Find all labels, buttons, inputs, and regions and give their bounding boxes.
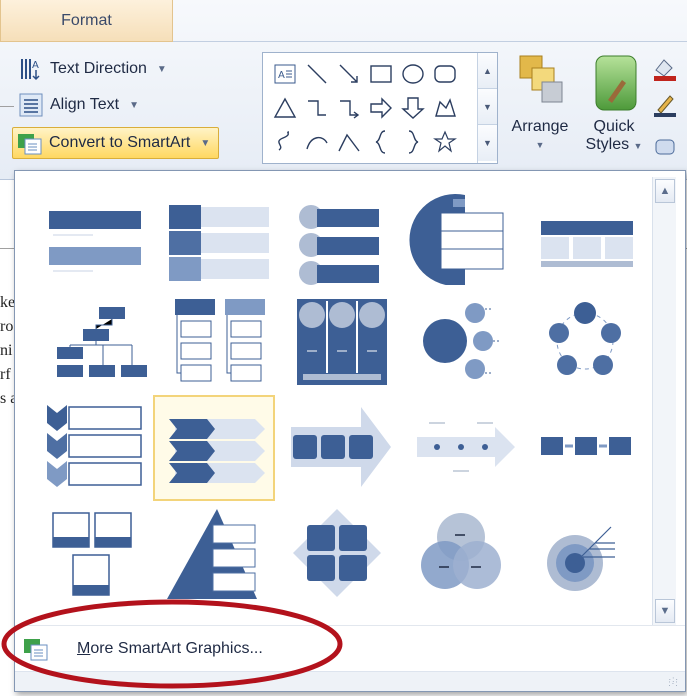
text-direction-label: Text Direction: [50, 60, 147, 77]
text-direction-icon: A: [18, 56, 44, 82]
triangle-icon[interactable]: [269, 91, 301, 125]
smartart-layout-picture-caption[interactable]: [29, 503, 147, 603]
smartart-layout-vertical-bullet-list[interactable]: [29, 185, 147, 285]
chevron-down-icon: ▼: [200, 137, 211, 149]
smartart-layout-vertical-box-list[interactable]: [153, 185, 271, 285]
text-direction-button[interactable]: A Text Direction ▼: [18, 56, 167, 82]
more-smartart-graphics-menu-item[interactable]: More SmartArt Graphics...: [15, 625, 685, 671]
smartart-layout-gallery: [21, 179, 651, 615]
shapes-gallery-scrollbar: ▲ ▼ ▼: [477, 53, 497, 163]
smartart-layout-radial-cluster[interactable]: [401, 291, 519, 391]
tab-strip-divider: [173, 41, 687, 42]
smartart-layout-picture-accent-list[interactable]: [277, 291, 395, 391]
smartart-layout-organization-chart[interactable]: [29, 291, 147, 391]
smartart-gallery-scrollbar[interactable]: ▲ ▼: [652, 177, 676, 625]
smartart-layout-horizontal-arrow-list[interactable]: [153, 395, 275, 501]
smartart-layout-basic-process[interactable]: [525, 397, 643, 497]
shapes-gallery: A ▲ ▼ ▼: [262, 52, 498, 164]
smartart-layout-pyramid-list[interactable]: [153, 503, 271, 603]
chevron-down-icon: ▼: [156, 63, 167, 75]
gallery-scroll-up-button[interactable]: ▲: [478, 53, 497, 89]
shape-effects-icon[interactable]: [652, 134, 678, 160]
star-icon[interactable]: [429, 125, 461, 159]
smartart-layout-hierarchy-list[interactable]: [153, 291, 271, 391]
freeform-icon[interactable]: [429, 91, 461, 125]
arc-icon[interactable]: [301, 125, 333, 159]
smartart-layout-basic-cycle[interactable]: [525, 291, 643, 391]
smartart-layout-vertical-circle-list[interactable]: [277, 185, 395, 285]
oval-icon[interactable]: [397, 57, 429, 91]
align-text-icon: [18, 92, 44, 118]
gallery-scroll-down-button[interactable]: ▼: [478, 89, 497, 125]
smartart-icon: [23, 636, 49, 662]
document-text-fragment: rf: [0, 366, 11, 383]
arrange-label: Arrange: [511, 118, 569, 135]
convert-to-smartart-label: Convert to SmartArt: [49, 134, 191, 151]
chevron-down-icon: ▼: [129, 99, 139, 111]
svg-text:A: A: [32, 60, 39, 71]
quick-styles-icon: [595, 55, 637, 111]
tab-format[interactable]: Format: [0, 0, 173, 42]
smartart-layout-table-list[interactable]: [525, 185, 643, 285]
down-arrow-icon[interactable]: [397, 91, 429, 125]
document-rule: [0, 106, 14, 107]
right-arrow-icon[interactable]: [365, 91, 397, 125]
quick-styles-label-1: Quick: [593, 118, 635, 135]
smartart-layout-process-arrows[interactable]: [277, 397, 395, 497]
left-brace-icon[interactable]: [365, 125, 397, 159]
gallery-more-button[interactable]: ▼: [478, 125, 497, 161]
chevron-down-icon: ▼: [535, 140, 545, 150]
elbow-connector-icon[interactable]: [301, 91, 333, 125]
smartart-layout-target-list[interactable]: [525, 503, 643, 603]
elbow-arrow-connector-icon[interactable]: [333, 91, 365, 125]
smartart-layout-nested-target[interactable]: [401, 185, 519, 286]
align-text-label: Align Text: [50, 96, 120, 113]
line-icon[interactable]: [301, 57, 333, 91]
arrange-button[interactable]: Arrange ▼: [504, 52, 576, 172]
resize-grip[interactable]: ·:·:·:: [15, 671, 685, 691]
convert-to-smartart-button[interactable]: Convert to SmartArt ▼: [12, 127, 220, 159]
rectangle-icon[interactable]: [365, 57, 397, 91]
arrange-icon: [519, 55, 563, 103]
align-text-button[interactable]: Align Text ▼: [18, 92, 139, 118]
smartart-layout-vertical-chevron-list[interactable]: [29, 397, 147, 497]
right-brace-icon[interactable]: [397, 125, 429, 159]
convert-to-smartart-dropdown: ▲ ▼ More SmartArt Graphics... ·:·:·:: [14, 170, 686, 692]
smartart-icon: [17, 130, 43, 156]
more-smartart-graphics-label: More SmartArt Graphics...: [77, 639, 263, 657]
curve-icon[interactable]: [269, 125, 301, 159]
svg-text:A: A: [278, 70, 285, 81]
quick-styles-button[interactable]: Quick Styles ▼: [578, 52, 650, 172]
free-curve-icon[interactable]: [333, 125, 365, 159]
shape-fill-icon[interactable]: [652, 56, 678, 82]
quick-styles-label-2: Styles ▼: [585, 136, 643, 153]
smartart-layout-venn-diagram[interactable]: [401, 503, 519, 603]
document-text-fragment: ro: [0, 318, 14, 335]
scroll-down-button[interactable]: ▼: [655, 599, 675, 623]
document-text-fragment: ni: [0, 342, 13, 359]
scroll-up-button[interactable]: ▲: [655, 179, 675, 203]
ribbon: Format A Text Direction ▼ Align Text ▼ C…: [0, 0, 687, 180]
rounded-rectangle-icon[interactable]: [429, 57, 461, 91]
arrow-line-icon[interactable]: [333, 57, 365, 91]
resize-grip-icon: ·:·:·:: [668, 675, 679, 688]
document-text-fragment: ke: [0, 294, 14, 311]
shape-outline-icon[interactable]: [652, 92, 678, 118]
smartart-layout-matrix-cycle[interactable]: [277, 503, 395, 603]
document-text-fragment: s a: [0, 390, 14, 407]
text-box-icon[interactable]: A: [269, 57, 301, 91]
document-rule: [0, 248, 14, 249]
smartart-layout-timeline-arrow[interactable]: [401, 397, 519, 497]
